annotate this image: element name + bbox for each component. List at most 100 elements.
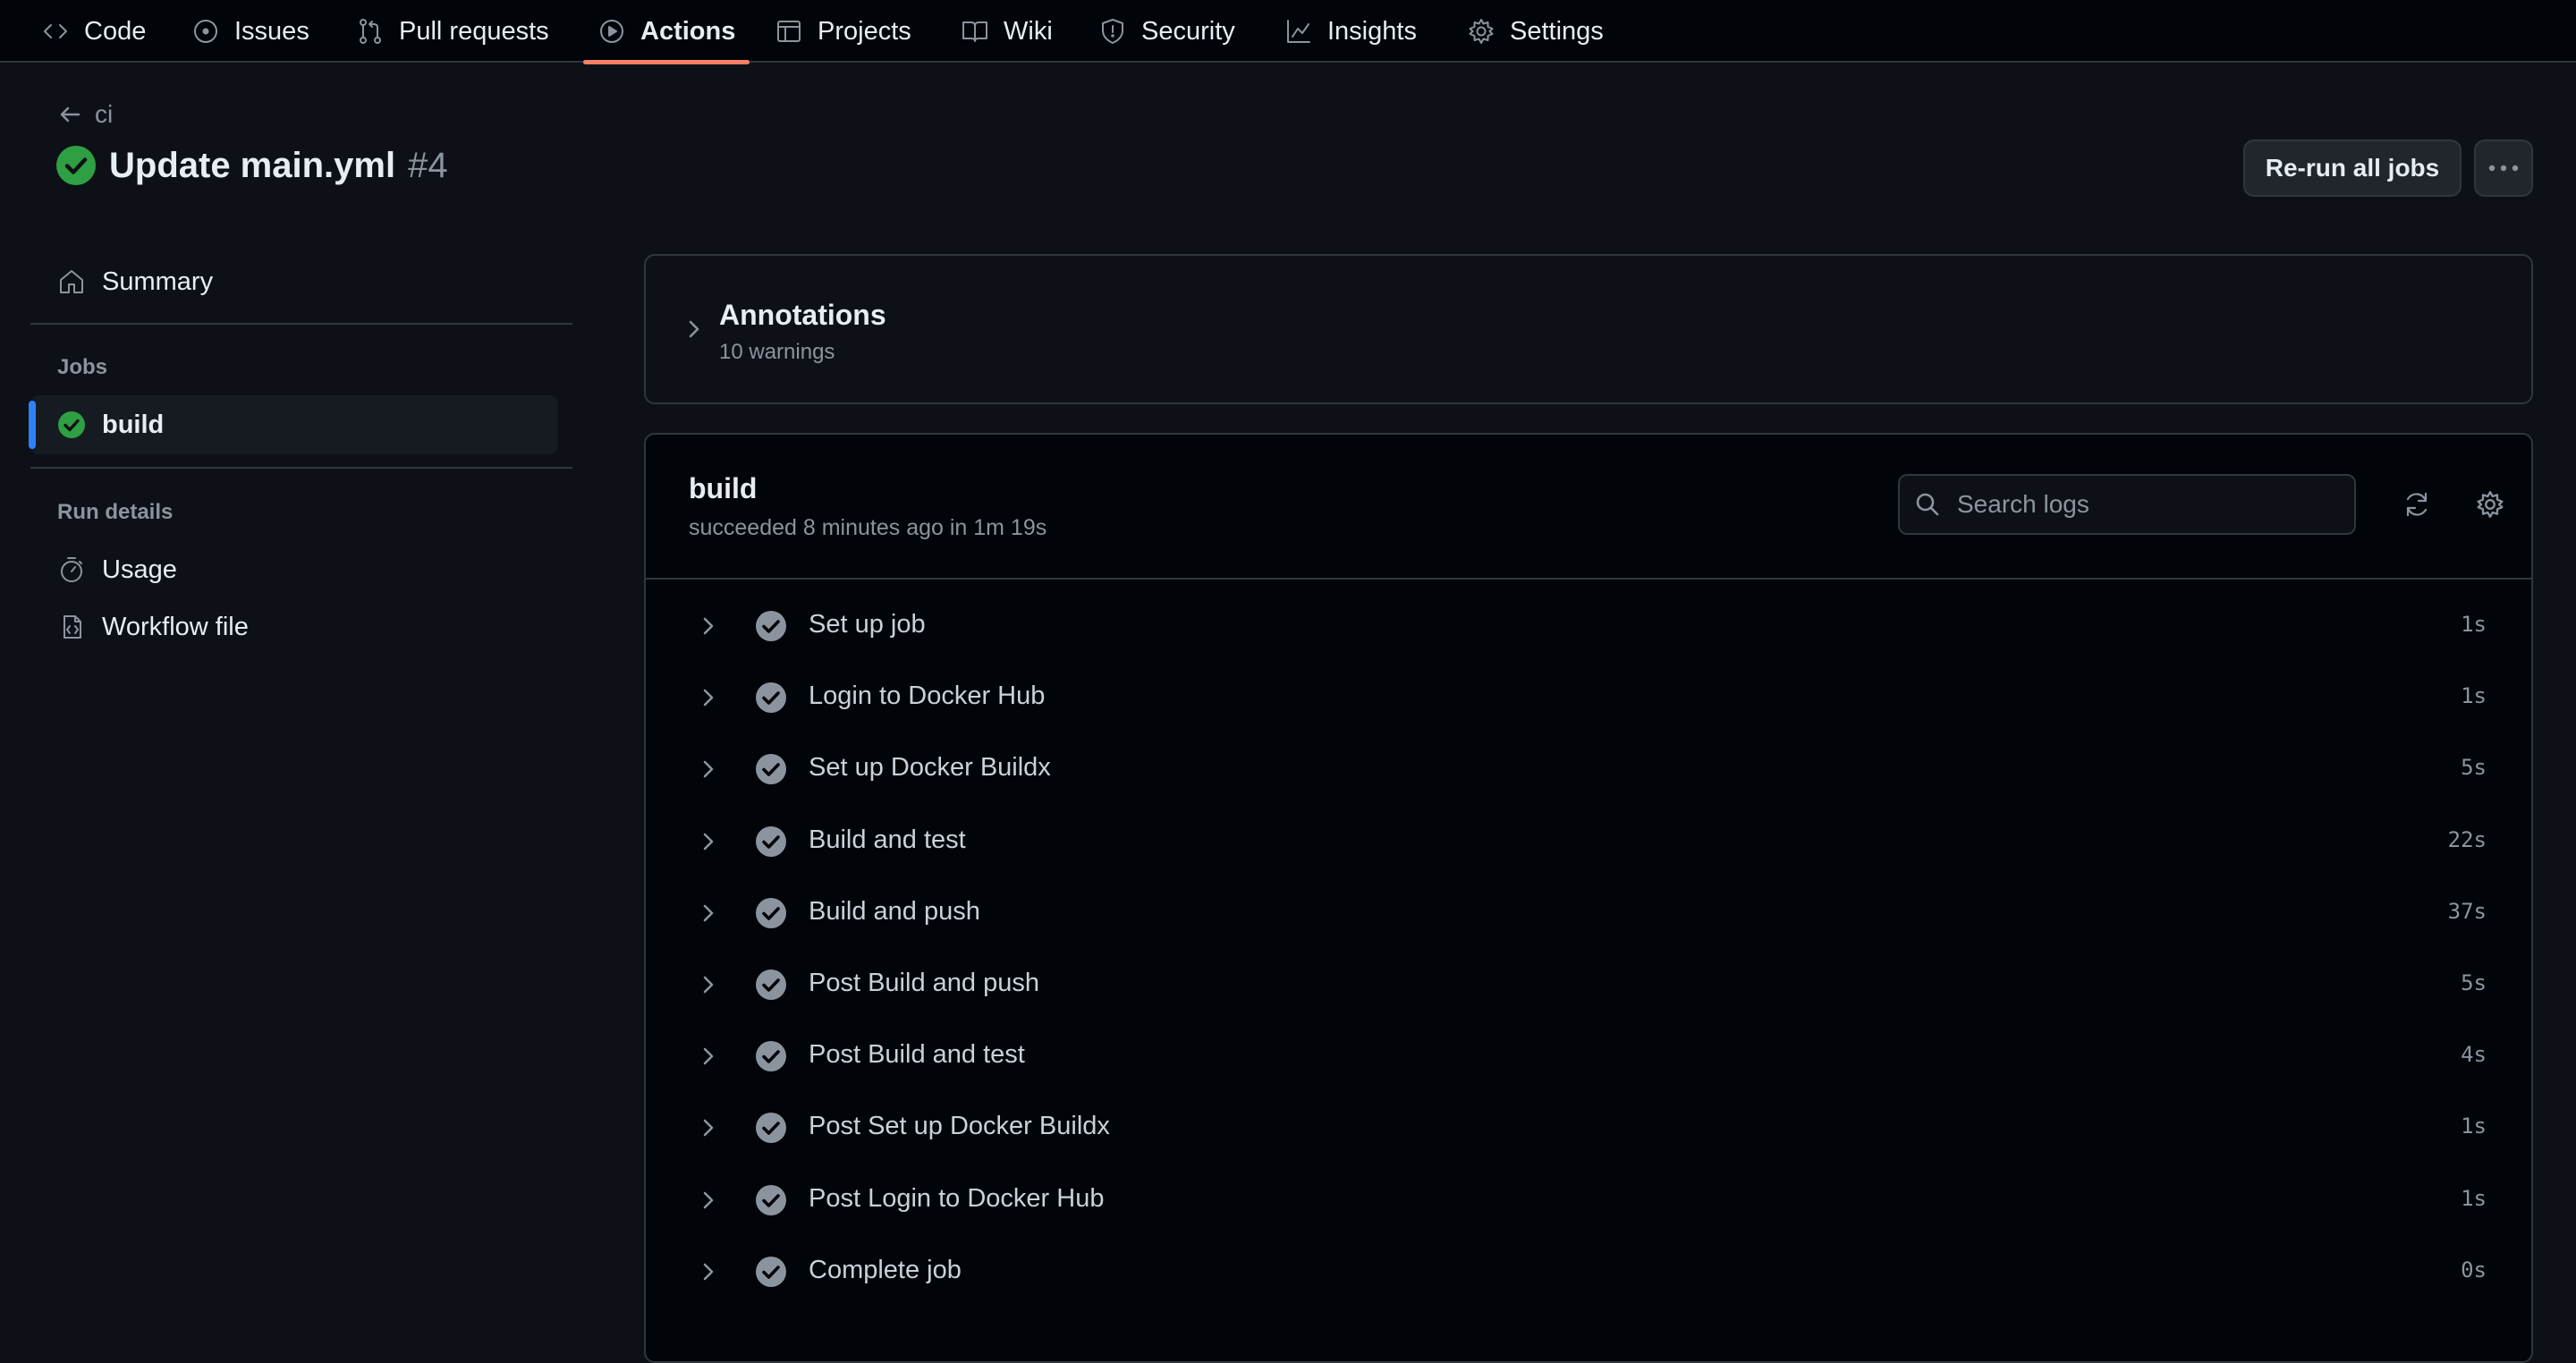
annotations-title: Annotations <box>719 299 886 331</box>
shield-icon <box>1102 19 1123 44</box>
sidebar-item-usage[interactable]: Usage <box>30 540 558 599</box>
tab-code[interactable]: Code <box>41 0 146 63</box>
check-circle-fill-icon <box>755 682 787 714</box>
chevron-right-icon <box>696 685 721 710</box>
gear-icon <box>1469 19 1494 44</box>
sidebar-item-build[interactable]: build <box>29 395 558 454</box>
refresh-button[interactable] <box>2397 485 2436 524</box>
step-name: Build and test <box>809 825 966 854</box>
tab-label: Code <box>84 16 147 46</box>
sidebar-item-label: Workflow file <box>102 612 249 641</box>
sidebar-item-label: Usage <box>102 555 177 584</box>
rerun-all-jobs-button[interactable]: Re-run all jobs <box>2243 140 2462 197</box>
check-circle-fill-icon <box>56 146 96 185</box>
check-circle-fill-icon <box>755 825 787 858</box>
sidebar-item-workflow-file[interactable]: Workflow file <box>30 597 558 656</box>
step-row[interactable]: Post Build and push 5s <box>664 951 2513 1019</box>
jobs-heading: Jobs <box>57 355 108 379</box>
book-icon <box>962 21 987 42</box>
tab-pull-requests[interactable]: Pull requests <box>356 0 549 63</box>
search-logs-field[interactable] <box>1898 474 2356 535</box>
step-row[interactable]: Complete job 0s <box>664 1238 2513 1306</box>
search-icon <box>1916 493 1939 516</box>
tab-actions[interactable]: Actions <box>582 0 750 64</box>
check-circle-fill-icon <box>755 610 787 642</box>
job-log-panel: build succeeded 8 minutes ago in 1m 19s … <box>644 433 2533 1363</box>
issue-icon <box>194 20 217 43</box>
annotations-panel[interactable]: Annotations 10 warnings <box>644 254 2533 404</box>
arrow-left-icon <box>60 106 80 123</box>
annotations-count: 10 warnings <box>719 340 835 364</box>
chevron-right-icon <box>696 1259 721 1284</box>
step-duration: 37s <box>2447 898 2487 924</box>
step-name: Login to Docker Hub <box>809 682 1046 711</box>
tab-label: Security <box>1141 16 1235 46</box>
sidebar-item-label: build <box>102 410 165 439</box>
step-name: Complete job <box>809 1255 962 1284</box>
log-settings-button[interactable] <box>2470 485 2510 524</box>
run-details-heading: Run details <box>57 500 174 524</box>
check-circle-fill-icon <box>755 1184 787 1216</box>
back-to-workflow-link[interactable]: ci <box>57 98 113 131</box>
sidebar-item-summary[interactable]: Summary <box>30 252 558 311</box>
check-circle-fill-icon <box>755 1040 787 1072</box>
tab-label: Issues <box>234 16 309 46</box>
tab-settings[interactable]: Settings <box>1467 0 1604 63</box>
play-icon <box>600 20 623 43</box>
tab-label: Actions <box>640 16 736 46</box>
step-row[interactable]: Login to Docker Hub 1s <box>664 664 2513 732</box>
tab-label: Settings <box>1510 16 1604 46</box>
tab-projects[interactable]: Projects <box>775 0 911 63</box>
tab-security[interactable]: Security <box>1098 0 1235 63</box>
tab-issues[interactable]: Issues <box>191 0 309 63</box>
graph-icon <box>1287 20 1310 43</box>
job-title: build <box>689 472 758 504</box>
page-title: Update main.yml #4 <box>55 145 448 186</box>
more-options-button[interactable] <box>2474 140 2533 197</box>
sidebar-divider <box>30 323 572 325</box>
kebab-horizontal-icon <box>2488 165 2519 172</box>
workflow-name: ci <box>95 100 114 128</box>
chevron-right-icon <box>682 317 707 342</box>
step-row[interactable]: Set up job 1s <box>664 592 2513 660</box>
check-circle-fill-icon <box>58 411 85 438</box>
table-icon <box>777 21 801 42</box>
chevron-right-icon <box>696 1115 721 1140</box>
step-row[interactable]: Build and push 37s <box>664 879 2513 947</box>
search-logs-input[interactable] <box>1955 489 2334 520</box>
step-row[interactable]: Set up Docker Buildx 5s <box>664 735 2513 803</box>
step-duration: 5s <box>2461 755 2487 781</box>
check-circle-fill-icon <box>755 969 787 1001</box>
chevron-right-icon <box>696 614 721 639</box>
chevron-right-icon <box>696 757 721 782</box>
step-row[interactable]: Post Set up Docker Buildx 1s <box>664 1094 2513 1162</box>
chevron-right-icon <box>696 972 721 997</box>
step-name: Post Login to Docker Hub <box>809 1183 1105 1213</box>
step-name: Post Set up Docker Buildx <box>809 1112 1110 1141</box>
step-duration: 1s <box>2461 612 2487 637</box>
step-row[interactable]: Post Login to Docker Hub 1s <box>664 1166 2513 1234</box>
check-circle-fill-icon <box>755 1112 787 1144</box>
tab-wiki[interactable]: Wiki <box>961 0 1053 63</box>
tab-insights[interactable]: Insights <box>1284 0 1417 63</box>
step-name: Build and push <box>809 896 980 926</box>
step-row[interactable]: Build and test 22s <box>664 808 2513 876</box>
stopwatch-icon <box>61 557 82 582</box>
check-circle-fill-icon <box>755 897 787 929</box>
step-name: Post Build and push <box>809 969 1039 997</box>
tab-label: Wiki <box>1004 16 1053 46</box>
step-row[interactable]: Post Build and test 4s <box>664 1022 2513 1090</box>
pull-request-icon <box>360 19 381 44</box>
sync-icon <box>2406 492 2428 517</box>
file-code-icon <box>64 615 81 639</box>
run-number: #4 <box>408 145 448 185</box>
tab-label: Projects <box>818 16 911 46</box>
job-header: build succeeded 8 minutes ago in 1m 19s <box>646 435 2531 580</box>
step-name: Set up job <box>809 610 926 639</box>
step-name: Post Build and test <box>809 1040 1025 1070</box>
sidebar-item-label: Summary <box>102 267 214 296</box>
step-duration: 1s <box>2461 683 2487 709</box>
check-circle-fill-icon <box>755 1256 787 1288</box>
chevron-right-icon <box>696 1188 721 1213</box>
run-title-text: Update main.yml <box>109 145 396 185</box>
